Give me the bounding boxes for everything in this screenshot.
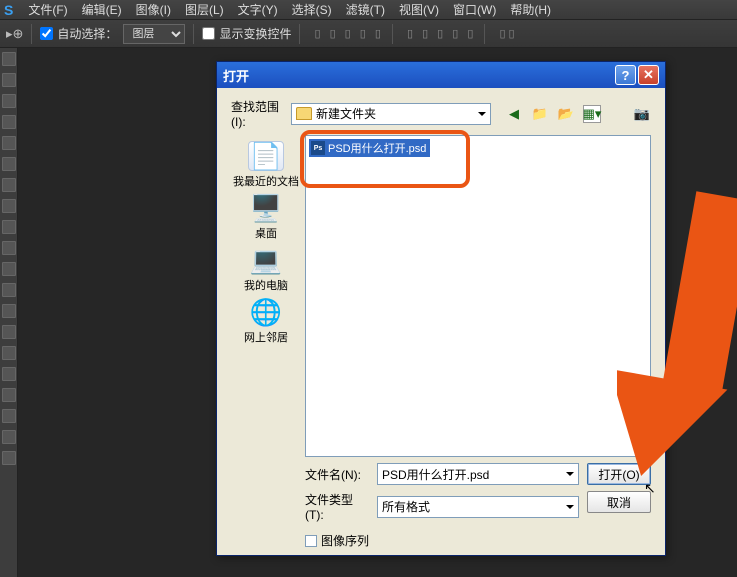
- tool-2[interactable]: [2, 73, 16, 87]
- tool-9[interactable]: [2, 220, 16, 234]
- menu-file[interactable]: 文件(F): [28, 1, 67, 18]
- move-tool-icon[interactable]: ▸⊕: [6, 26, 23, 42]
- more-options[interactable]: ▯▯: [499, 27, 517, 40]
- mycomputer-icon: 💻: [248, 245, 284, 275]
- file-list-pane[interactable]: Ps PSD用什么打开.psd: [305, 135, 651, 457]
- separator: [31, 24, 32, 44]
- distribute-options[interactable]: ▯ ▯ ▯ ▯ ▯: [407, 27, 477, 40]
- up-icon[interactable]: 📁: [531, 105, 549, 123]
- align-options[interactable]: ▯ ▯ ▯ ▯ ▯: [314, 27, 384, 40]
- menu-type[interactable]: 文字(Y): [238, 1, 278, 18]
- filename-value: PSD用什么打开.psd: [382, 466, 489, 483]
- tool-13[interactable]: [2, 304, 16, 318]
- tool-14[interactable]: [2, 325, 16, 339]
- desktop-label: 桌面: [255, 225, 277, 241]
- tool-11[interactable]: [2, 262, 16, 276]
- show-transform-checkbox[interactable]: 显示变换控件: [202, 25, 291, 42]
- image-sequence-label: 图像序列: [321, 532, 369, 549]
- help-button[interactable]: ?: [615, 65, 636, 85]
- show-transform-input[interactable]: [202, 27, 215, 40]
- tool-6[interactable]: [2, 157, 16, 171]
- network-label: 网上邻居: [244, 329, 288, 345]
- lookin-value: 新建文件夹: [316, 105, 376, 122]
- sidebar-desktop[interactable]: 🖥️ 桌面: [231, 193, 301, 241]
- menu-image[interactable]: 图像(I): [136, 1, 171, 18]
- tool-7[interactable]: [2, 178, 16, 192]
- recent-icon: 📄: [248, 141, 284, 171]
- folder-icon: [296, 107, 312, 120]
- view-menu-icon[interactable]: ▦▾: [583, 105, 601, 123]
- back-icon[interactable]: ◀: [505, 105, 523, 123]
- desktop-icon: 🖥️: [248, 193, 284, 223]
- menu-edit[interactable]: 编辑(E): [82, 1, 122, 18]
- menu-view[interactable]: 视图(V): [399, 1, 439, 18]
- close-button[interactable]: ✕: [638, 65, 659, 85]
- sidebar-network[interactable]: 🌐 网上邻居: [231, 297, 301, 345]
- sidebar-recent[interactable]: 📄 我最近的文档: [231, 141, 301, 189]
- show-transform-label: 显示变换控件: [219, 25, 291, 42]
- new-folder-icon[interactable]: 📂: [557, 105, 575, 123]
- auto-select-checkbox[interactable]: 自动选择：: [40, 25, 117, 42]
- tool-3[interactable]: [2, 94, 16, 108]
- filetype-combo[interactable]: 所有格式: [377, 496, 579, 518]
- dialog-titlebar[interactable]: 打开 ? ✕: [217, 62, 665, 88]
- menu-layer[interactable]: 图层(L): [185, 1, 224, 18]
- tool-4[interactable]: [2, 115, 16, 129]
- app-logo: S: [4, 2, 13, 18]
- separator: [392, 24, 393, 44]
- filename-combo[interactable]: PSD用什么打开.psd: [377, 463, 579, 485]
- tool-10[interactable]: [2, 241, 16, 255]
- tool-12[interactable]: [2, 283, 16, 297]
- auto-select-mode[interactable]: 图层: [123, 24, 185, 44]
- lookin-dropdown[interactable]: 新建文件夹: [291, 103, 491, 125]
- menu-filter[interactable]: 滤镜(T): [346, 1, 385, 18]
- filetype-value: 所有格式: [382, 498, 430, 515]
- recent-label: 我最近的文档: [233, 173, 299, 189]
- separator: [484, 24, 485, 44]
- annotation-highlight: [300, 130, 470, 188]
- tool-17[interactable]: [2, 388, 16, 402]
- tool-20[interactable]: [2, 451, 16, 465]
- tool-16[interactable]: [2, 367, 16, 381]
- tool-1[interactable]: [2, 52, 16, 66]
- tool-5[interactable]: [2, 136, 16, 150]
- filetype-label: 文件类型(T):: [305, 491, 371, 522]
- dialog-title: 打开: [223, 66, 613, 85]
- tool-15[interactable]: [2, 346, 16, 360]
- cancel-button[interactable]: 取消: [587, 491, 651, 513]
- lookin-label: 查找范围(I):: [231, 98, 285, 129]
- separator: [193, 24, 194, 44]
- menu-select[interactable]: 选择(S): [292, 1, 332, 18]
- auto-select-label: 自动选择：: [57, 25, 117, 42]
- filename-label: 文件名(N):: [305, 466, 371, 483]
- tool-18[interactable]: [2, 409, 16, 423]
- open-button[interactable]: 打开(O): [587, 463, 651, 485]
- menu-window[interactable]: 窗口(W): [453, 1, 496, 18]
- sidebar-mycomputer[interactable]: 💻 我的电脑: [231, 245, 301, 293]
- mycomputer-label: 我的电脑: [244, 277, 288, 293]
- network-icon: 🌐: [248, 297, 284, 327]
- auto-select-input[interactable]: [40, 27, 53, 40]
- tool-19[interactable]: [2, 430, 16, 444]
- separator: [299, 24, 300, 44]
- open-dialog: 打开 ? ✕ 查找范围(I): 新建文件夹 ◀ 📁 📂 ▦▾ 📷 📄 我最近的文: [216, 61, 666, 556]
- places-sidebar: 📄 我最近的文档 🖥️ 桌面 💻 我的电脑 🌐 网上邻居: [231, 135, 301, 457]
- tool-palette: [0, 48, 18, 577]
- menu-help[interactable]: 帮助(H): [510, 1, 551, 18]
- tool-8[interactable]: [2, 199, 16, 213]
- favorite-icon[interactable]: 📷: [633, 105, 651, 123]
- image-sequence-checkbox[interactable]: [305, 535, 317, 547]
